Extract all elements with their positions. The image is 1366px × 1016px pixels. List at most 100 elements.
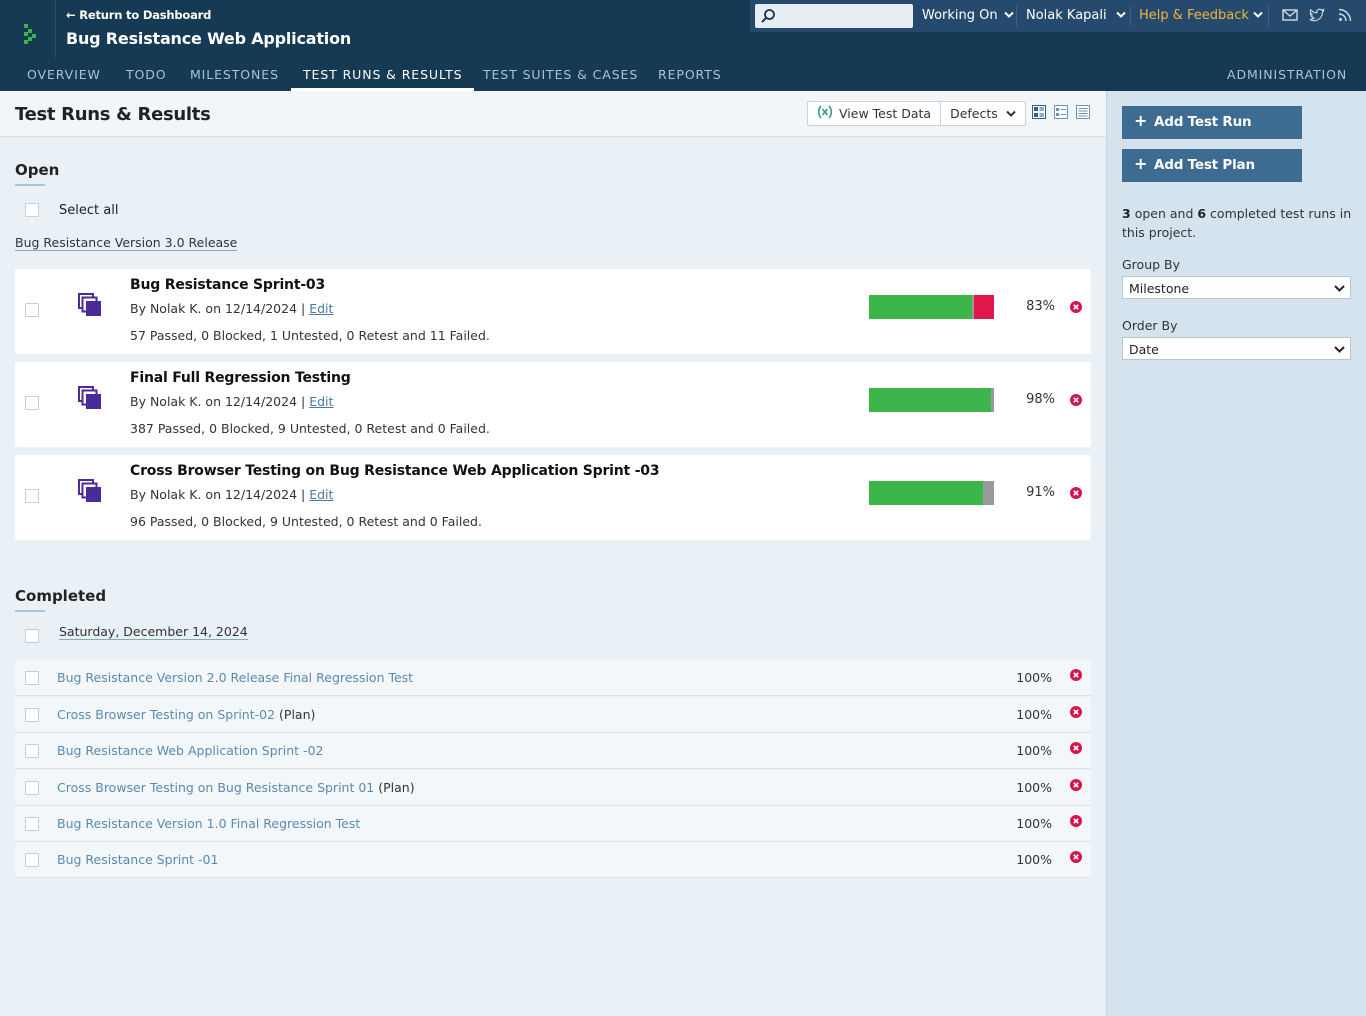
compact-view-icon[interactable] (1054, 105, 1068, 123)
tab-overview[interactable]: OVERVIEW (27, 63, 101, 91)
plus-icon: + (1134, 111, 1148, 130)
run-stats: 96 Passed, 0 Blocked, 9 Untested, 0 Rete… (130, 514, 482, 529)
run-card: Final Full Regression Testing By Nolak K… (15, 362, 1091, 447)
tab-reports[interactable]: REPORTS (658, 63, 722, 91)
run-percent: 91% (1026, 485, 1055, 500)
tab-administration[interactable]: ADMINISTRATION (1227, 63, 1347, 91)
completed-run-name: Bug Resistance Version 2.0 Release Final… (57, 670, 414, 685)
delete-icon[interactable] (1070, 706, 1082, 722)
working-on-dropdown[interactable]: Working On (922, 8, 1014, 23)
select-all-checkbox[interactable] (25, 203, 39, 217)
completed-run-checkbox[interactable] (25, 744, 39, 758)
list-view-icon[interactable] (1076, 105, 1090, 123)
tab-test-suites-cases[interactable]: TEST SUITES & CASES (483, 63, 638, 91)
tab-todo[interactable]: TODO (126, 63, 167, 91)
section-underline (15, 184, 45, 186)
defects-label: Defects (950, 106, 998, 121)
completed-run-link[interactable]: Bug Resistance Version 2.0 Release Final… (57, 670, 413, 685)
completed-run-name: Cross Browser Testing on Sprint-02 (57, 707, 276, 722)
main-nav: OVERVIEW TODO MILESTONES TEST RUNS & RES… (0, 63, 1366, 91)
completed-run-percent: 100% (1016, 670, 1052, 685)
completed-date-group: Saturday, December 14, 2024 (59, 624, 248, 640)
completed-date-checkbox[interactable] (25, 629, 39, 643)
completed-run-name: Bug Resistance Version 1.0 Final Regress… (57, 816, 361, 831)
run-card: Cross Browser Testing on Bug Resistance … (15, 455, 1091, 540)
delete-icon[interactable] (1070, 851, 1082, 867)
delete-icon[interactable] (1070, 742, 1082, 758)
plan-tag: (Plan) (279, 707, 316, 722)
open-count: 3 (1122, 206, 1131, 221)
tab-milestones[interactable]: MILESTONES (190, 63, 279, 91)
defects-dropdown[interactable]: Defects (940, 102, 1025, 125)
completed-section-heading: Completed (15, 587, 107, 605)
completed-run-link[interactable]: Cross Browser Testing on Bug Resistance … (57, 780, 415, 795)
order-by-select[interactable]: Date (1122, 337, 1351, 360)
edit-link[interactable]: Edit (309, 301, 333, 316)
run-checkbox[interactable] (25, 396, 39, 410)
completed-run-checkbox[interactable] (25, 781, 39, 795)
logo-icon[interactable] (18, 20, 46, 48)
run-percent: 83% (1026, 299, 1055, 314)
completed-run-checkbox[interactable] (25, 708, 39, 722)
header-divider (55, 0, 56, 58)
delete-icon[interactable] (1070, 815, 1082, 831)
section-underline (15, 610, 45, 612)
completed-run-link[interactable]: Bug Resistance Sprint -01 (57, 852, 218, 867)
search-box[interactable] (755, 4, 913, 28)
chevron-down-icon (1334, 281, 1345, 296)
completed-count: 6 (1197, 206, 1207, 221)
chevron-down-icon (1334, 342, 1345, 357)
run-name-link[interactable]: Cross Browser Testing on Bug Resistance … (130, 463, 660, 479)
run-checkbox[interactable] (25, 303, 39, 317)
completed-run-checkbox[interactable] (25, 853, 39, 867)
add-test-plan-button[interactable]: + Add Test Plan (1122, 149, 1302, 182)
run-checkbox[interactable] (25, 489, 39, 503)
edit-link[interactable]: Edit (309, 394, 333, 409)
topbar-divider (1268, 6, 1269, 26)
run-name-link[interactable]: Bug Resistance Sprint-03 (130, 277, 325, 293)
completed-run-checkbox[interactable] (25, 817, 39, 831)
completed-run-checkbox[interactable] (25, 671, 39, 685)
mail-icon[interactable] (1282, 8, 1298, 26)
run-stats: 57 Passed, 0 Blocked, 1 Untested, 0 Rete… (130, 328, 490, 343)
delete-icon[interactable] (1070, 301, 1082, 317)
working-on-label: Working On (922, 8, 998, 23)
group-by-select[interactable]: Milestone (1122, 276, 1351, 299)
detail-view-icon[interactable] (1032, 105, 1046, 123)
add-test-run-button[interactable]: + Add Test Run (1122, 106, 1302, 139)
twitter-icon[interactable] (1309, 8, 1325, 26)
search-input[interactable] (779, 6, 909, 26)
completed-run-link[interactable]: Bug Resistance Version 1.0 Final Regress… (57, 816, 360, 831)
progress-bar (869, 481, 994, 505)
progress-bar (869, 388, 994, 412)
user-name: Nolak Kapali (1026, 8, 1107, 23)
passed-segment (869, 481, 984, 505)
view-test-data-button[interactable]: View Test Data (808, 102, 940, 125)
completed-run-link[interactable]: Cross Browser Testing on Sprint-02 (Plan… (57, 707, 315, 722)
tab-test-runs-results[interactable]: TEST RUNS & RESULTS (291, 63, 475, 91)
rss-icon[interactable] (1338, 8, 1352, 26)
run-author-date: By Nolak K. on 12/14/2024 | (130, 487, 306, 502)
order-by-label: Order By (1122, 318, 1178, 333)
sidebar: + Add Test Run + Add Test Plan 3 open and … (1106, 91, 1366, 1016)
untested-segment (991, 388, 994, 412)
run-author-date: By Nolak K. on 12/14/2024 | (130, 301, 306, 316)
run-name-link[interactable]: Final Full Regression Testing (130, 370, 351, 386)
toolbar-group: View Test Data Defects (807, 101, 1026, 126)
search-icon (760, 8, 776, 28)
run-author-date: By Nolak K. on 12/14/2024 | (130, 394, 306, 409)
page-header: Test Runs & Results View Test Data Defec… (0, 91, 1106, 137)
help-feedback-menu[interactable]: Help & Feedback (1139, 8, 1263, 23)
delete-icon[interactable] (1070, 394, 1082, 410)
passed-segment (869, 388, 992, 412)
test-run-stack-icon (78, 386, 102, 414)
delete-icon[interactable] (1070, 779, 1082, 795)
chevron-down-icon (1006, 106, 1016, 121)
delete-icon[interactable] (1070, 669, 1082, 685)
user-menu[interactable]: Nolak Kapali (1026, 8, 1126, 23)
milestone-link[interactable]: Bug Resistance Version 3.0 Release (15, 235, 238, 251)
completed-run-link[interactable]: Bug Resistance Web Application Sprint -0… (57, 743, 323, 758)
return-to-dashboard-link[interactable]: ← Return to Dashboard (66, 8, 211, 22)
edit-link[interactable]: Edit (309, 487, 333, 502)
delete-icon[interactable] (1070, 487, 1082, 503)
